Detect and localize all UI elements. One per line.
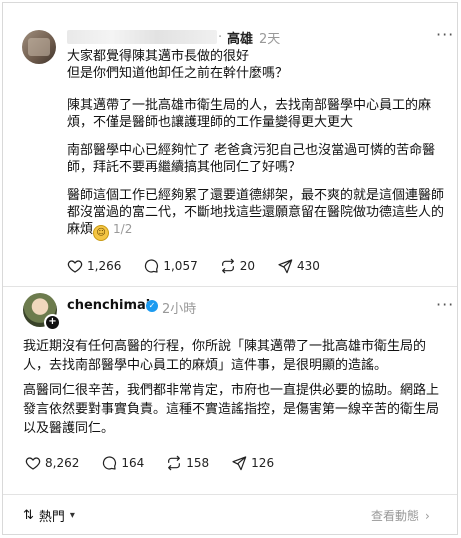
share-icon: [278, 259, 293, 274]
sort-icon: ⇅: [23, 508, 34, 523]
repost-icon: [168, 455, 181, 471]
heart-icon: [25, 457, 41, 470]
more-icon[interactable]: ···: [436, 25, 454, 44]
share-button[interactable]: 430: [277, 258, 320, 274]
sort-label: 熱門: [38, 510, 65, 525]
reply-paragraph-1: 我近期沒有任何高醫的行程，你所說「陳其邁帶了一批高雄市衛生局的人，去找南部醫學中…: [23, 339, 427, 373]
view-activity-link[interactable]: 查看動態 ›: [371, 507, 430, 524]
threads-frame: · 高雄 2天 ··· 大家都覺得陳其邁市長做的很好 但是你們知道他卸任之前在幹…: [2, 2, 458, 535]
comment-count: 164: [121, 456, 145, 470]
repost-button[interactable]: 158: [166, 455, 209, 471]
post-paragraph-4: 醫師這個工作已經夠累了還要道德綁架，最不爽的就是這個連醫師都沒當過的富二代，不斷…: [67, 187, 453, 241]
divider: [3, 286, 457, 287]
chevron-down-icon: ▾: [69, 510, 75, 521]
comment-icon: [145, 259, 159, 273]
post-paragraph-2: 陳其邁帶了一批高雄市衛生局的人，去找南部醫學中心員工的麻煩，不僅是醫師也讓護理師…: [67, 98, 432, 130]
follow-plus-icon[interactable]: +: [44, 314, 61, 331]
divider: [3, 494, 457, 495]
comment-button[interactable]: 164: [101, 455, 144, 471]
share-icon: [232, 456, 247, 471]
verified-icon: ✓: [146, 300, 158, 312]
page-indicator: 1/2: [113, 222, 133, 236]
author-avatar[interactable]: [22, 30, 56, 64]
comment-icon: [103, 456, 117, 470]
post-actions: 1,266 1,057 20 430: [67, 258, 342, 274]
heart-icon: [67, 260, 83, 273]
like-button[interactable]: 8,262: [25, 455, 79, 471]
repost-count: 20: [239, 259, 255, 273]
post-time: 2天: [259, 32, 281, 47]
reply-paragraph-2: 高醫同仁很辛苦，我們都非常肯定，市府也一直提供必要的協助。網路上發言依然要對事實…: [23, 383, 440, 436]
repost-icon: [221, 258, 234, 274]
post-paragraph-1: 大家都覺得陳其邁市長做的很好 但是你們知道他卸任之前在幹什麼嗎？: [67, 49, 289, 81]
share-count: 126: [251, 456, 275, 470]
reply-time: 2小時: [162, 302, 197, 317]
reply-username[interactable]: chenchimai: [67, 298, 150, 313]
like-count: 1,266: [87, 259, 122, 273]
reply-actions: 8,262 164 158 126: [25, 455, 296, 471]
blurred-username: [67, 30, 217, 44]
comment-count: 1,057: [163, 259, 198, 273]
more-icon[interactable]: ···: [436, 295, 454, 314]
sort-dropdown[interactable]: ⇅ 熱門 ▾: [23, 506, 75, 525]
post-paragraph-3: 南部醫學中心已經夠忙了 老爸貪污犯自己也沒當過可憐的苦命醫師，拜託不要再繼續搞其…: [67, 143, 436, 175]
share-button[interactable]: 126: [231, 455, 274, 471]
smile-emoji-icon: ☺: [93, 225, 110, 241]
chevron-right-icon: ›: [425, 508, 430, 523]
like-button[interactable]: 1,266: [67, 258, 121, 274]
comment-button[interactable]: 1,057: [143, 258, 198, 274]
repost-count: 158: [186, 456, 210, 470]
repost-button[interactable]: 20: [220, 258, 255, 274]
separator-dot: ·: [218, 30, 223, 45]
post-location[interactable]: 高雄: [227, 28, 253, 47]
activity-label: 查看動態: [371, 509, 420, 523]
like-count: 8,262: [45, 456, 80, 470]
share-count: 430: [297, 259, 320, 273]
